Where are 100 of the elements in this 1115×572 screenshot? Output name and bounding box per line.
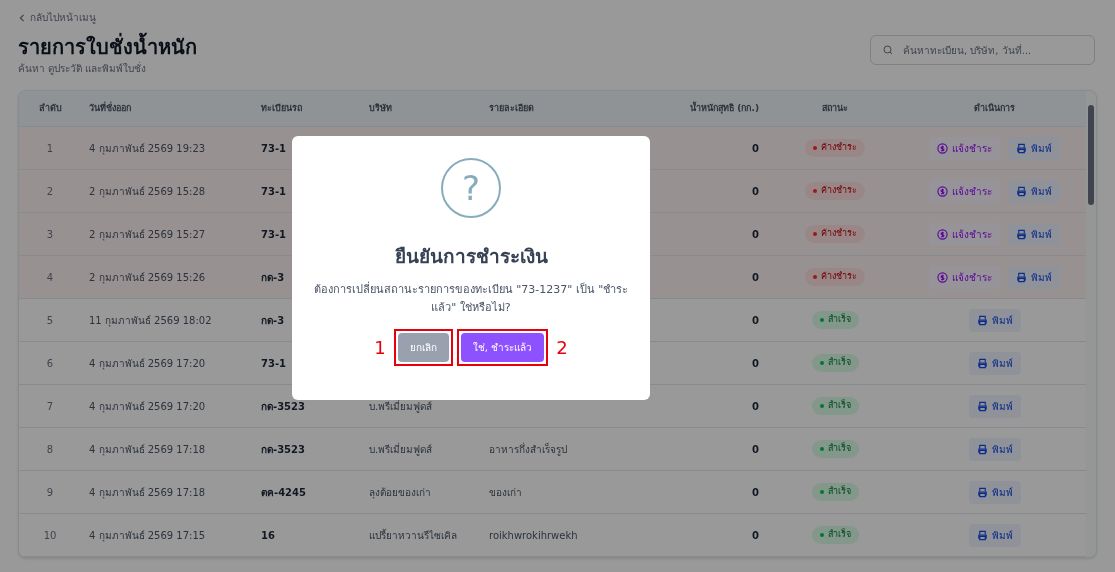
status-badge: สำเร็จ [811, 311, 859, 329]
date-cell-text: 4 กุมภาพันธ์ 2569 17:20 [88, 399, 207, 414]
annotation-number: 2 [555, 335, 569, 360]
printer-icon [1016, 271, 1027, 283]
weight-cell-text: 0 [751, 141, 760, 156]
plate-cell-text: 16 [260, 528, 276, 543]
row-number: 5 [45, 313, 55, 328]
date-cell-text: 4 กุมภาพันธ์ 2569 17:20 [88, 356, 207, 371]
printer-icon [976, 529, 988, 541]
print-button[interactable]: พิมพ์ [968, 480, 1021, 504]
column-header: วันที่ชั่งออก [88, 101, 132, 115]
plate-cell-text: 73-1 [260, 141, 288, 156]
back-link[interactable]: กลับไปหน้าเมนู [18, 10, 1097, 25]
printer-icon [976, 443, 988, 455]
printer-icon [976, 357, 988, 369]
dollar-icon [937, 271, 948, 283]
dialog-title: ยืนยันการชำระเงิน [394, 244, 548, 269]
printer-icon [1016, 228, 1027, 240]
date-cell-text: 11 กุมภาพันธ์ 2569 18:02 [88, 313, 213, 328]
row-number: 9 [45, 485, 55, 500]
plate-cell-text: กด-3 [260, 313, 286, 328]
weight-cell-text: 0 [751, 184, 760, 199]
print-button[interactable]: พิมพ์ [1008, 222, 1060, 246]
search-icon [882, 44, 894, 56]
plate-cell-text: 73-1 [260, 227, 288, 242]
weight-cell-text: 0 [751, 356, 760, 371]
printer-icon [976, 486, 988, 498]
status-badge: ค้างชำระ [805, 268, 865, 286]
column-header: รายละเอียด [488, 101, 535, 115]
notify-payment-button[interactable]: แจ้งชำระ [929, 265, 1000, 289]
column-header: ลำดับ [37, 101, 63, 115]
row-number: 1 [45, 141, 55, 156]
dollar-icon [937, 228, 948, 240]
plate-cell-text: ตค-4245 [260, 485, 307, 500]
row-number: 4 [45, 270, 55, 285]
row-number: 6 [45, 356, 55, 371]
row-number: 10 [42, 528, 58, 543]
column-header: น้ำหนักสุทธิ (กก.) [689, 101, 760, 116]
print-button[interactable]: พิมพ์ [968, 394, 1021, 418]
dialog-message: ต้องการเปลี่ยนสถานะรายการของทะเบียน "73-1237" เป็น "ชำระแล้ว" ใช่หรือไม่? [312, 280, 630, 316]
row-number: 2 [45, 184, 55, 199]
printer-icon [1016, 142, 1027, 154]
notify-payment-button[interactable]: แจ้งชำระ [929, 136, 1000, 160]
search-field[interactable]: ค้นหาทะเบียน, บริษัท, วันที่... [870, 35, 1095, 65]
cancel-button[interactable]: ยกเลิก [397, 332, 449, 362]
page-title: รายการใบชั่งน้ำหนัก [18, 33, 197, 61]
weight-cell-text: 0 [751, 442, 760, 457]
plate-cell-text: กด-3 [260, 270, 286, 285]
plate-cell-text: กด-3523 [260, 399, 306, 414]
status-badge: สำเร็จ [811, 440, 859, 458]
column-header: ดำเนินการ [973, 101, 1016, 115]
dollar-icon [937, 185, 948, 197]
print-button[interactable]: พิมพ์ [1008, 179, 1060, 203]
plate-cell-text: 73-1 [260, 184, 288, 199]
date-cell-text: 4 กุมภาพันธ์ 2569 17:18 [88, 485, 207, 500]
plate-cell-text: 73-1 [260, 356, 288, 371]
printer-icon [976, 314, 988, 326]
weight-cell-text: 0 [751, 270, 760, 285]
annotation-number: 1 [373, 335, 387, 360]
confirm-button[interactable]: ใช่, ชำระแล้ว [460, 332, 545, 362]
print-button[interactable]: พิมพ์ [1008, 265, 1060, 289]
notify-payment-button[interactable]: แจ้งชำระ [929, 179, 1000, 203]
detail-cell-text: อาหารกึ่งสำเร็จรูป [488, 443, 567, 455]
weight-cell-text: 0 [751, 227, 760, 242]
row-number: 7 [45, 399, 55, 414]
row-number: 3 [45, 227, 55, 242]
weight-cell-text: 0 [751, 528, 760, 543]
row-number: 8 [45, 442, 55, 457]
column-header: บริษัท [368, 101, 393, 115]
print-button[interactable]: พิมพ์ [1008, 136, 1060, 160]
notify-payment-button[interactable]: แจ้งชำระ [929, 222, 1000, 246]
print-button[interactable]: พิมพ์ [968, 437, 1021, 461]
date-cell-text: 2 กุมภาพันธ์ 2569 15:28 [88, 184, 207, 199]
scrollbar[interactable] [1086, 91, 1096, 557]
company-cell-text: แปรี้ยาหวานรีไซเคิล [368, 529, 457, 541]
company-cell-text: บ.พรีเมี่ยมฟูดส์ [368, 400, 433, 412]
plate-cell-text: กด-3523 [260, 442, 306, 457]
status-badge: ค้างชำระ [805, 182, 865, 200]
chevron-left-icon [18, 13, 26, 22]
weight-cell-text: 0 [751, 313, 760, 328]
detail-cell-text: roikhwrokihrwekh [488, 529, 578, 541]
page-subtitle: ค้นหา ดูประวัติ และพิมพ์ใบชั่ง [18, 61, 148, 76]
status-badge: สำเร็จ [811, 483, 859, 501]
weight-cell-text: 0 [751, 485, 760, 500]
date-cell-text: 2 กุมภาพันธ์ 2569 15:27 [88, 227, 207, 242]
column-header: ทะเบียนรถ [260, 101, 303, 115]
print-button[interactable]: พิมพ์ [968, 308, 1021, 332]
status-badge: สำเร็จ [811, 526, 859, 544]
print-button[interactable]: พิมพ์ [968, 351, 1021, 375]
printer-icon [976, 400, 988, 412]
weight-cell-text: 0 [751, 399, 760, 414]
date-cell-text: 4 กุมภาพันธ์ 2569 17:15 [88, 528, 207, 543]
status-badge: ค้างชำระ [805, 139, 865, 157]
status-badge: สำเร็จ [811, 397, 859, 415]
date-cell-text: 4 กุมภาพันธ์ 2569 17:18 [88, 442, 207, 457]
date-cell-text: 2 กุมภาพันธ์ 2569 15:26 [88, 270, 207, 285]
status-badge: ค้างชำระ [805, 225, 865, 243]
company-cell-text: บ.พรีเมี่ยมฟูดส์ [368, 443, 433, 455]
question-mark-icon: ? [441, 158, 501, 218]
print-button[interactable]: พิมพ์ [968, 523, 1021, 547]
